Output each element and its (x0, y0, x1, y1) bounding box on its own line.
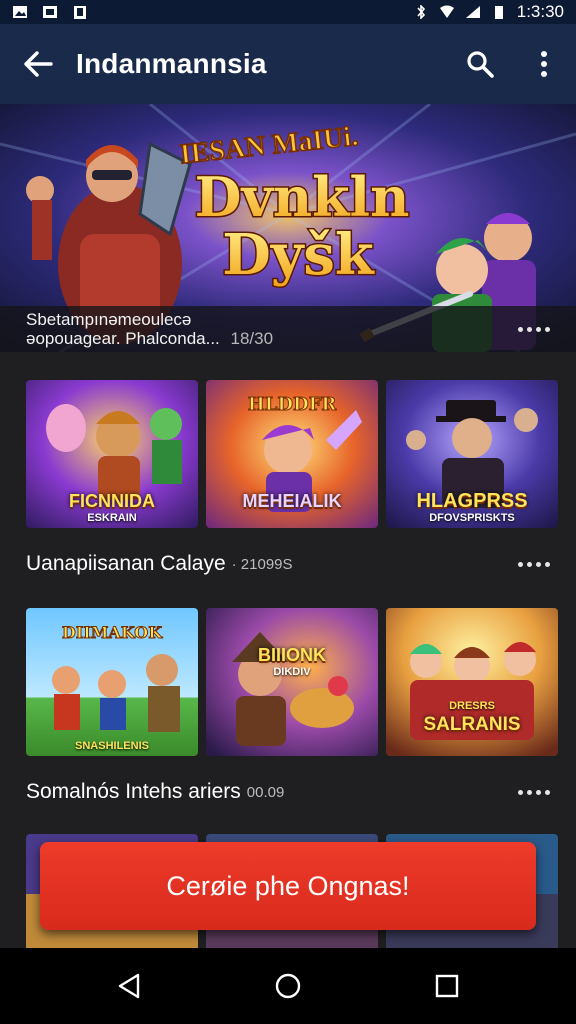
banner-caption-line2: əopouagear. Phalconda... (26, 329, 220, 348)
game-tile[interactable]: DIIMAKOK SNASHILENIS (26, 608, 198, 756)
game-artwork: DIIMAKOK (26, 608, 198, 756)
game-tile[interactable]: HLAGPRSS DFOVSPRISKTS (386, 380, 558, 528)
game-row-2: DIIMAKOK SNASHILENIS BIIIONK DIKDIV SALR… (0, 608, 576, 756)
wifi-icon (439, 5, 454, 18)
tile-subtitle: DIKDIV (273, 666, 311, 678)
bluetooth-icon (417, 5, 425, 19)
status-bar: 1:3:30 (0, 0, 576, 24)
section-count: · 21099S (231, 555, 293, 573)
game-row-1: FICNNIDA ESKRAIN HLDDFR MEHEIALIK HLAGPR… (0, 380, 576, 528)
tile-subtitle: SNASHILENIS (75, 740, 149, 752)
circle-home-icon (275, 973, 301, 999)
banner-title-line1: Dvnkln (195, 165, 410, 229)
game-tile[interactable]: FICNNIDA ESKRAIN (26, 380, 198, 528)
overflow-menu-button[interactable] (512, 24, 576, 104)
section-title: Somalnós Intehs ariers (26, 780, 241, 803)
more-horizontal-icon[interactable] (518, 561, 550, 567)
square-recents-icon (435, 974, 458, 998)
cta-button[interactable]: Cerøie phe Ongnas! (40, 842, 536, 930)
nav-home-button[interactable] (248, 948, 328, 1024)
tile-subtitle: DRESRS (449, 700, 495, 712)
arrow-left-icon (24, 51, 53, 77)
game-tile[interactable]: BIIIONK DIKDIV (206, 608, 378, 756)
banner-title-line2: Dyšk (222, 222, 375, 288)
back-button[interactable] (0, 24, 76, 104)
signal-icon (465, 6, 480, 18)
banner-caption: Sbetampınəmeoulecə əopouagear. Phalconda… (0, 306, 576, 352)
svg-text:HLDDFR: HLDDFR (248, 394, 338, 415)
tile-subtitle: DFOVSPRISKTS (429, 512, 515, 524)
section-count: 00.09 (246, 783, 285, 801)
section-title: Uanapiisanan Calaye (26, 552, 226, 575)
tile-title: HLAGPRSS (416, 490, 528, 512)
nav-recents-button[interactable] (407, 948, 487, 1024)
more-horizontal-icon[interactable] (518, 789, 550, 795)
more-vertical-icon (541, 51, 547, 77)
game-tile[interactable]: HLDDFR MEHEIALIK (206, 380, 378, 528)
banner-caption-line1: Sbetampınəmeoulecə (26, 310, 192, 329)
more-horizontal-icon[interactable] (518, 326, 550, 332)
page-title: Indanmannsia (76, 48, 267, 79)
featured-banner[interactable]: IESAN MaIUi. Dvnkln Dyšk Sbetampınəmeoul… (0, 104, 576, 352)
status-time: 1:3:30 (516, 2, 564, 21)
system-nav-bar (0, 948, 576, 1024)
battery-icon (494, 6, 503, 19)
nav-back-button[interactable] (89, 948, 169, 1024)
svg-text:DIIMAKOK: DIIMAKOK (62, 623, 163, 642)
screen: 1:3:30 Indanmannsia IESAN MaIUi. Dvnkln … (0, 0, 576, 1024)
triangle-back-icon (119, 973, 140, 999)
tile-subtitle: ESKRAIN (87, 512, 137, 524)
section-header: Uanapiisanan Calaye · 21099S (26, 548, 550, 580)
game-tile[interactable]: SALRANIS DRESRS (386, 608, 558, 756)
tile-title: FICNNIDA (69, 491, 155, 511)
search-icon (467, 51, 494, 78)
app-bar: Indanmannsia (0, 24, 576, 104)
game-artwork (206, 608, 378, 756)
tile-title: SALRANIS (423, 714, 521, 735)
tile-title: MEHEIALIK (242, 491, 342, 511)
tile-title: BIIIONK (257, 645, 326, 665)
search-button[interactable] (448, 24, 512, 104)
image-icon (13, 6, 27, 18)
photo-icon (43, 6, 57, 18)
section-header: Somalnós Intehs ariers 00.09 (26, 776, 550, 808)
banner-caption-count: 18/30 (230, 329, 274, 348)
clipboard-icon (74, 6, 86, 19)
